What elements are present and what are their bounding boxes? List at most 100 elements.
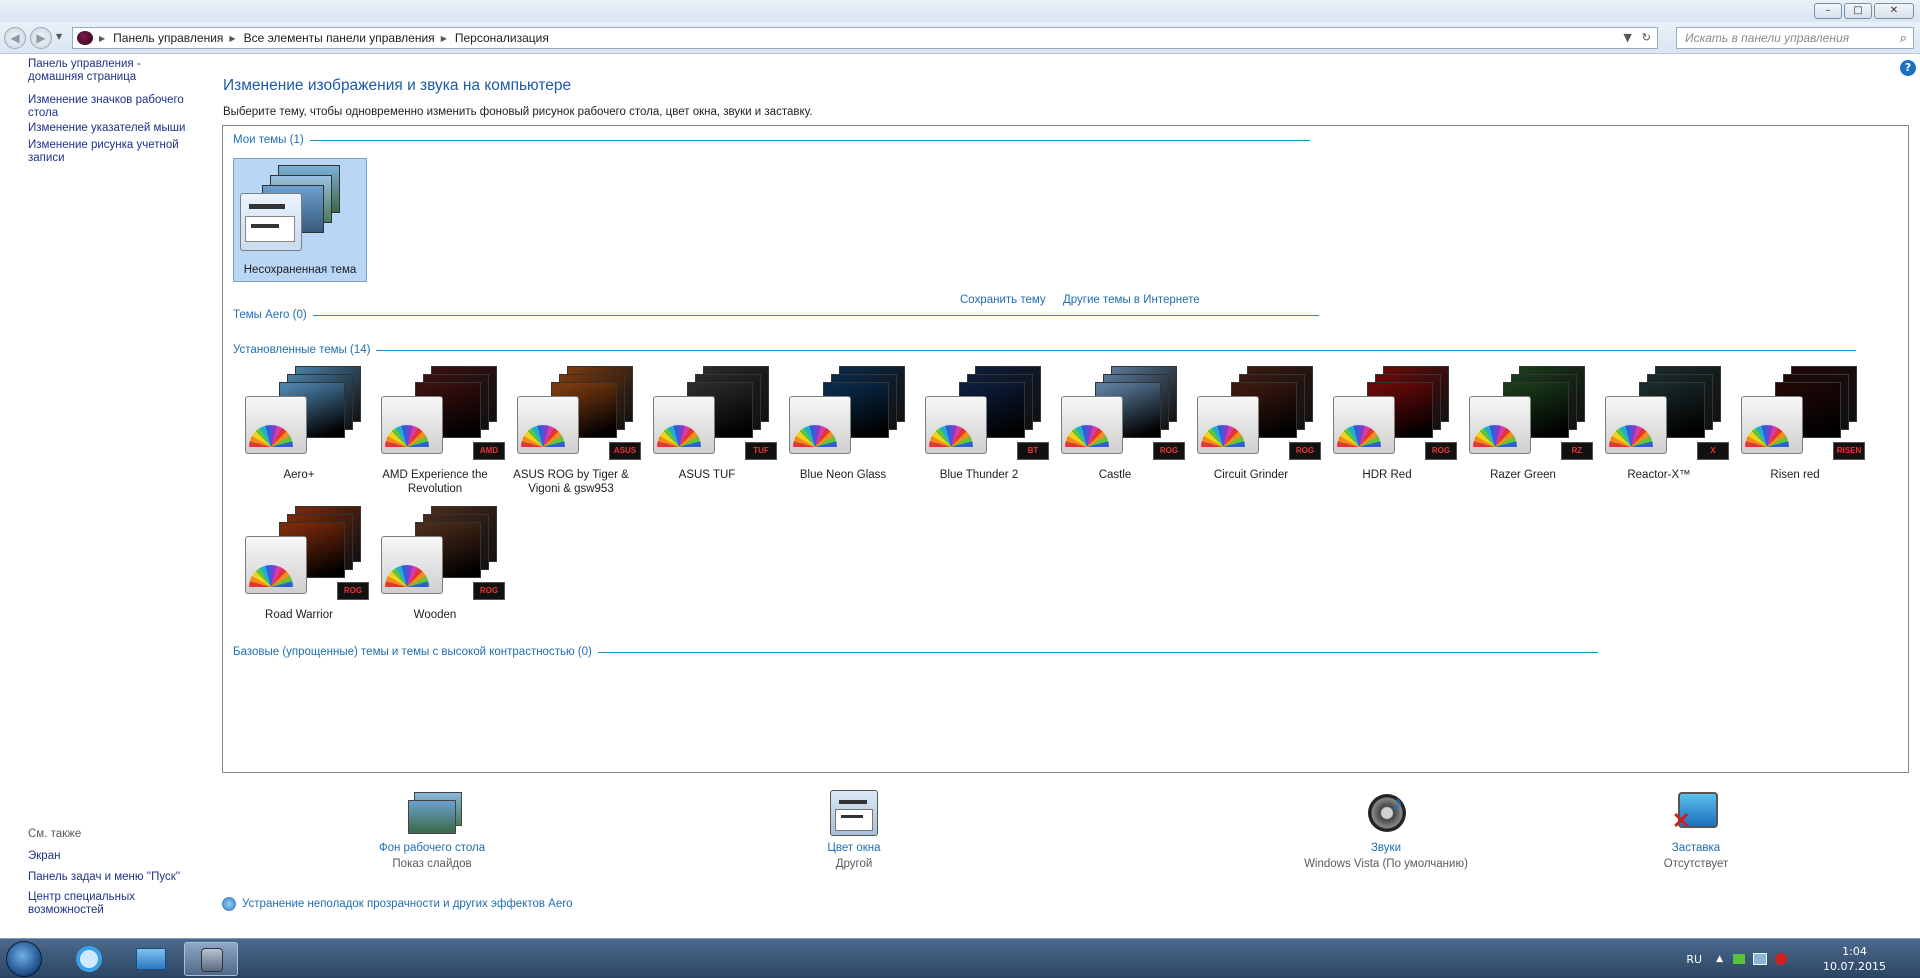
online-themes-link[interactable]: Другие темы в Интернете [1063,294,1200,306]
address-toolbar: ◀ ▶ ▼ ▶ Панель управления ▶ Все элементы… [0,22,1920,54]
theme-thumbnail: RISEN [1741,366,1865,466]
link-taskbar-start[interactable]: Панель задач и меню ''Пуск'' [28,871,198,884]
window-color-preview [245,536,307,594]
theme-label: HDR Red [1362,469,1412,481]
tray-security-icon[interactable] [1775,953,1788,965]
breadcrumb-control-panel[interactable]: Панель управления [113,31,223,45]
theme-item[interactable]: ASUS ASUS ROG by Tiger & Vigoni & gsw953 [503,366,641,496]
address-dropdown-icon[interactable]: ▼ [1623,31,1631,44]
minimize-button[interactable]: – [1814,3,1842,19]
link-desktop-icons[interactable]: Изменение значков рабочего стола [28,94,198,120]
theme-item[interactable]: RISEN Risen red [1727,366,1865,496]
theme-badge: ROG [1153,442,1185,460]
start-button[interactable] [6,941,42,977]
theme-item[interactable]: ROG Circuit Grinder [1183,366,1321,496]
theme-badge: ROG [1289,442,1321,460]
sounds-item[interactable]: ♪ Звуки Windows Vista (По умолчанию) [1276,790,1496,870]
theme-badge: X [1697,442,1729,460]
theme-list[interactable]: Мои темы (1) Несохраненная тема Сохранит… [222,125,1909,773]
theme-item[interactable]: RZ Razer Green [1455,366,1593,496]
theme-label: Castle [1098,469,1132,481]
theme-item[interactable]: Aero+ [231,366,361,496]
group-installed-themes[interactable]: Установленные темы (14) [233,343,1857,357]
back-button[interactable]: ◀ [4,27,26,49]
taskbar-ie-icon[interactable] [62,942,116,976]
desktop-background-icon [408,790,462,836]
group-aero-themes[interactable]: Темы Aero (0) [233,308,1319,322]
theme-item[interactable]: ROG Road Warrior [231,506,369,636]
breadcrumb-personalization[interactable]: Персонализация [455,31,549,45]
theme-item[interactable]: ROG Castle [1047,366,1185,496]
theme-label: Reactor-X™ [1627,469,1691,481]
search-input[interactable]: Искать в панели управления ⌕ [1676,27,1914,49]
theme-item[interactable]: Blue Neon Glass [775,366,905,496]
group-title[interactable]: Установленные темы (14) [233,344,370,356]
item-label[interactable]: Заставка [1596,842,1796,854]
link-mouse-pointers[interactable]: Изменение указателей мыши [28,122,198,135]
item-value: Отсутствует [1663,858,1729,870]
window-color-item[interactable]: Цвет окна Другой [754,790,954,870]
theme-badge: RISEN [1833,442,1865,460]
clock[interactable]: 1:04 10.07.2015 [1823,944,1886,974]
link-control-panel-home[interactable]: Панель управления - домашняя страница [28,58,198,84]
search-icon[interactable]: ⌕ [1900,30,1907,46]
save-theme-link[interactable]: Сохранить тему [960,294,1046,306]
window-color-icon [830,790,878,836]
breadcrumb-separator[interactable]: ▶ [441,34,447,43]
window-color-preview [1469,396,1531,454]
color-fan-icon [929,425,973,447]
item-value: Показ слайдов [392,858,472,870]
theme-item[interactable]: X Reactor-X™ [1591,366,1729,496]
group-title[interactable]: Мои темы (1) [233,134,304,146]
screensaver-item[interactable]: ✕ Заставка Отсутствует [1596,790,1796,870]
help-icon[interactable]: ? [1900,60,1916,76]
breadcrumb-separator[interactable]: ▶ [99,34,105,43]
theme-label: Wooden [413,609,457,621]
item-label[interactable]: Цвет окна [754,842,954,854]
forward-button[interactable]: ▶ [30,27,52,49]
address-bar[interactable]: ▶ Панель управления ▶ Все элементы панел… [72,27,1658,49]
aero-troubleshoot-link[interactable]: Устранение неполадок прозрачности и друг… [222,897,572,911]
maximize-button[interactable]: □ [1844,3,1872,19]
taskbar-explorer-icon[interactable] [124,942,178,976]
link-account-picture[interactable]: Изменение рисунка учетной записи [28,139,198,165]
close-button[interactable]: ✕ [1874,3,1914,19]
language-indicator[interactable]: RU [1686,953,1702,966]
clock-date: 10.07.2015 [1823,960,1886,973]
theme-thumbnail [789,366,909,466]
taskbar-control-panel-icon[interactable] [184,942,238,976]
theme-label: Circuit Grinder [1213,469,1289,481]
color-fan-icon [385,565,429,587]
breadcrumb-separator[interactable]: ▶ [229,34,235,43]
theme-thumbnail: ROG [1061,366,1185,466]
theme-item[interactable]: ROG HDR Red [1319,366,1457,496]
group-title[interactable]: Базовые (упрощенные) темы и темы с высок… [233,646,592,658]
recent-pages-dropdown[interactable]: ▼ [56,32,62,41]
desktop-background-item[interactable]: Фон рабочего стола Показ слайдов [332,790,532,870]
theme-badge: TUF [745,442,777,460]
breadcrumb-all-items[interactable]: Все элементы панели управления [244,31,435,45]
color-fan-icon [1473,425,1517,447]
theme-item[interactable]: TUF ASUS TUF [639,366,777,496]
theme-unsaved[interactable]: Несохраненная тема [233,158,367,282]
theme-label: Несохраненная тема [243,264,357,276]
theme-item[interactable]: AMD AMD Experience the Revolution [367,366,505,496]
group-basic-themes[interactable]: Базовые (упрощенные) темы и темы с высок… [233,645,1598,659]
link-ease-of-access[interactable]: Центр специальных возможностей [28,891,158,917]
theme-thumbnail: TUF [653,366,777,466]
network-icon[interactable] [1753,953,1768,965]
control-panel-icon [77,31,93,45]
group-my-themes[interactable]: Мои темы (1) [233,133,1310,147]
group-title[interactable]: Темы Aero (0) [233,309,307,321]
show-hidden-icons[interactable]: ▲ [1716,954,1723,964]
refresh-icon[interactable]: ↻ [1642,31,1651,44]
item-label[interactable]: Фон рабочего стола [332,842,532,854]
link-display[interactable]: Экран [28,850,198,863]
tray-app-icon[interactable] [1733,954,1746,964]
item-label[interactable]: Звуки [1276,842,1496,854]
item-value: Windows Vista (По умолчанию) [1304,858,1468,870]
troubleshoot-label[interactable]: Устранение неполадок прозрачности и друг… [242,898,572,910]
theme-item[interactable]: BT Blue Thunder 2 [911,366,1049,496]
theme-item[interactable]: ROG Wooden [367,506,505,636]
theme-thumbnail [245,366,365,466]
